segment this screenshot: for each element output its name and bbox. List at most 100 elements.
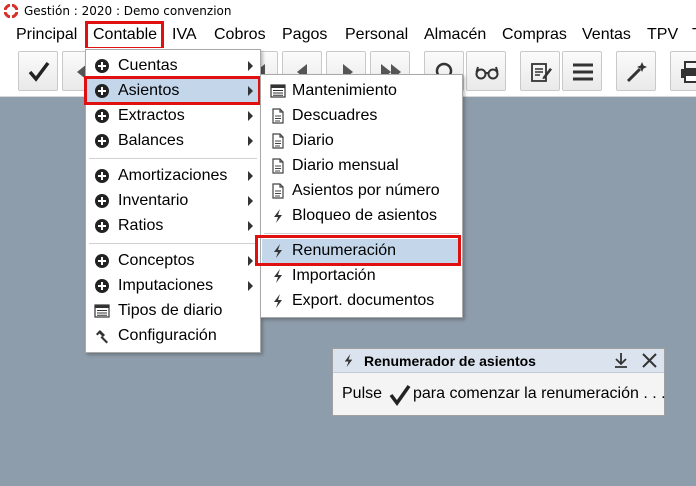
plus-circle-icon [94, 193, 110, 209]
menu-item-label: Descuadres [292, 107, 378, 124]
document-icon [270, 183, 286, 199]
menu-item-importacion[interactable]: Importación [262, 264, 461, 288]
menu-personal[interactable]: Personal [345, 25, 408, 45]
lightning-icon [270, 268, 286, 284]
submenu-arrow-icon [248, 136, 253, 146]
submenu-arrow-icon [248, 221, 253, 231]
menu-item-diario-mensual[interactable]: Diario mensual [262, 154, 461, 178]
dialog-message-end: para comenzar la renumeración . . . [413, 385, 666, 402]
wizard-button[interactable] [616, 51, 656, 91]
menu-item-label: Diario mensual [292, 157, 399, 174]
menu-item-balances[interactable]: Balances [87, 129, 259, 153]
menu-item-cuentas[interactable]: Cuentas [87, 54, 259, 78]
menu-item-asientos-por-numero[interactable]: Asientos por número [262, 179, 461, 203]
menu-item-tipos-de-diario[interactable]: Tipos de diario [87, 299, 259, 323]
accept-button[interactable] [18, 51, 58, 91]
dialog-title: Renumerador de asientos [364, 353, 536, 369]
close-icon[interactable] [641, 352, 658, 369]
menu-item-inventario[interactable]: Inventario [87, 189, 259, 213]
document-icon [270, 133, 286, 149]
dialog-message-start: Pulse [342, 385, 383, 402]
submenu-arrow-icon [248, 171, 253, 181]
menu-separator [89, 158, 257, 159]
menu-item-label: Inventario [118, 192, 189, 209]
plus-circle-icon [94, 218, 110, 234]
table-icon [94, 303, 110, 319]
menu-overflow[interactable]: T [692, 25, 696, 45]
renumeracion-highlight-box [255, 235, 461, 266]
contable-highlight-box [85, 21, 164, 50]
magic-wand-icon [626, 62, 647, 83]
menu-item-label: Tipos de diario [118, 302, 223, 319]
list-button[interactable] [562, 51, 602, 91]
submenu-arrow-icon [248, 111, 253, 121]
lightning-icon [270, 293, 286, 309]
menu-item-label: Importación [292, 267, 376, 284]
menu-separator [264, 233, 459, 234]
print-button[interactable] [670, 51, 696, 91]
menu-ventas[interactable]: Ventas [582, 25, 631, 45]
menu-compras[interactable]: Compras [502, 25, 567, 45]
menu-item-extractos[interactable]: Extractos [87, 104, 259, 128]
edit-icon [531, 63, 552, 82]
menu-iva[interactable]: IVA [172, 25, 197, 45]
menu-item-label: Cuentas [118, 57, 178, 74]
submenu-arrow-icon [248, 256, 253, 266]
menu-item-bloqueo-de-asientos[interactable]: Bloqueo de asientos [262, 204, 461, 228]
menu-item-diario[interactable]: Diario [262, 129, 461, 153]
checkmark-icon [28, 61, 50, 82]
glasses-icon [475, 66, 499, 80]
menu-item-label: Imputaciones [118, 277, 214, 294]
app-logo-icon [4, 4, 18, 18]
asientos-highlight-box [84, 76, 261, 105]
menu-principal[interactable]: Principal [16, 25, 77, 45]
plus-circle-icon [94, 58, 110, 74]
menu-tpv[interactable]: TPV [647, 25, 678, 45]
menu-item-label: Export. documentos [292, 292, 435, 309]
menu-almacen[interactable]: Almacén [424, 25, 486, 45]
hammer-icon [94, 328, 110, 344]
window-title: Gestión : 2020 : Demo convenzion [24, 4, 232, 18]
menu-item-label: Diario [292, 132, 334, 149]
menu-separator [89, 243, 257, 244]
edit-button[interactable] [520, 51, 560, 91]
title-bar: Gestión : 2020 : Demo convenzion [0, 0, 696, 22]
menu-item-label: Mantenimiento [292, 82, 397, 99]
lightning-icon [270, 208, 286, 224]
asientos-submenu: Mantenimiento Descuadres Diario Diario m… [260, 74, 463, 318]
menu-item-export-documentos[interactable]: Export. documentos [262, 289, 461, 313]
menu-item-label: Amortizaciones [118, 167, 228, 184]
menu-item-mantenimiento[interactable]: Mantenimiento [262, 79, 461, 103]
plus-circle-icon [94, 253, 110, 269]
dialog-header: Renumerador de asientos [333, 349, 664, 373]
submenu-arrow-icon [248, 61, 253, 71]
plus-circle-icon [94, 133, 110, 149]
menu-item-imputaciones[interactable]: Imputaciones [87, 274, 259, 298]
view-button[interactable] [466, 51, 506, 91]
submenu-arrow-icon [248, 281, 253, 291]
menu-item-label: Asientos por número [292, 182, 440, 199]
document-icon [270, 158, 286, 174]
menu-pagos[interactable]: Pagos [282, 25, 327, 45]
submenu-arrow-icon [248, 196, 253, 206]
table-icon [270, 83, 286, 99]
menu-item-label: Ratios [118, 217, 164, 234]
minimize-icon[interactable] [613, 352, 629, 369]
menu-item-label: Conceptos [118, 252, 195, 269]
menu-item-label: Balances [118, 132, 184, 149]
menu-item-descuadres[interactable]: Descuadres [262, 104, 461, 128]
menu-item-label: Bloqueo de asientos [292, 207, 437, 224]
list-icon [573, 63, 593, 81]
document-icon [270, 108, 286, 124]
menu-item-label: Configuración [118, 327, 217, 344]
menu-item-label: Extractos [118, 107, 185, 124]
plus-circle-icon [94, 278, 110, 294]
menu-item-ratios[interactable]: Ratios [87, 214, 259, 238]
renumerador-dialog: Renumerador de asientos Pulse para comen… [332, 348, 666, 416]
menu-item-amortizaciones[interactable]: Amortizaciones [87, 164, 259, 188]
menu-item-configuracion[interactable]: Configuración [87, 324, 259, 348]
plus-circle-icon [94, 108, 110, 124]
printer-icon [681, 61, 696, 83]
menu-item-conceptos[interactable]: Conceptos [87, 249, 259, 273]
menu-cobros[interactable]: Cobros [214, 25, 266, 45]
